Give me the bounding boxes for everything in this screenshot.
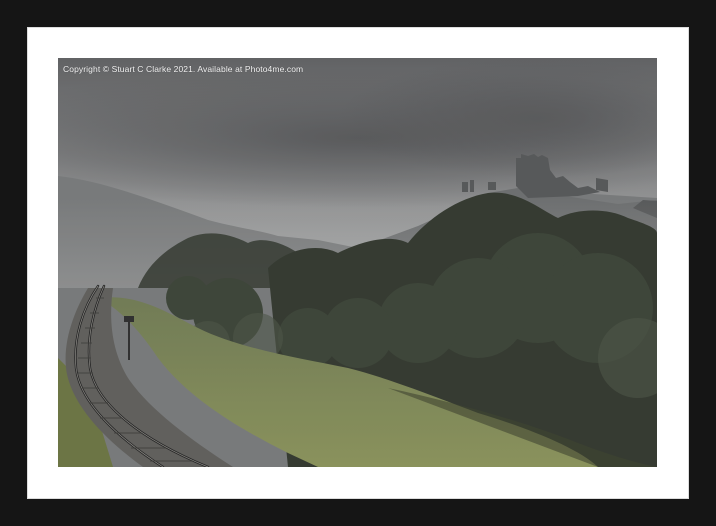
copyright-watermark: Copyright © Stuart C Clarke 2021. Availa… [63, 64, 304, 74]
framed-photo: Copyright © Stuart C Clarke 2021. Availa… [58, 58, 657, 467]
misty-castle-landscape [58, 58, 657, 467]
